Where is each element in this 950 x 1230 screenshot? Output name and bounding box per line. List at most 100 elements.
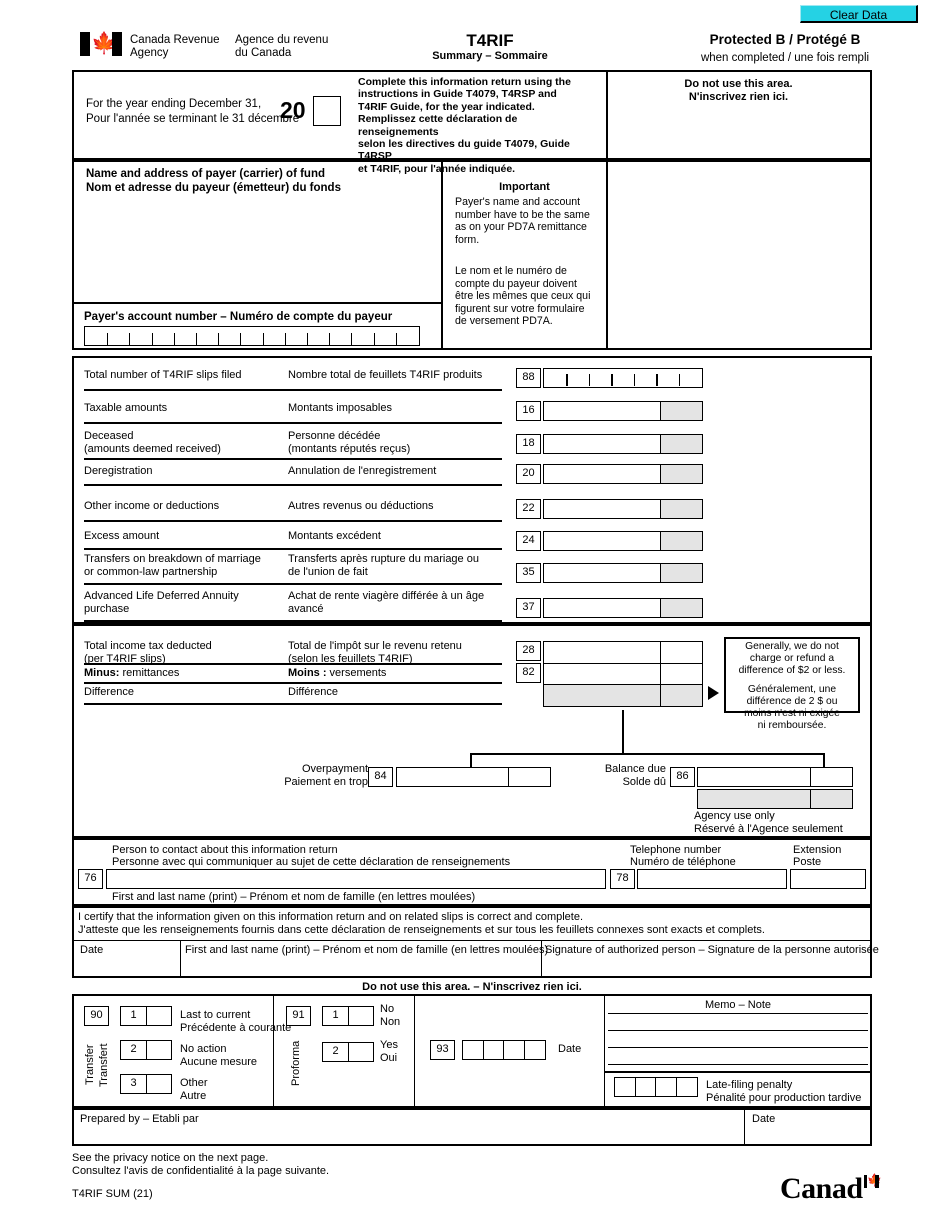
agency-use-label-fr: Réservé à l'Agence seulement (694, 823, 843, 835)
amount-row-18-fr-l2: (montants réputés reçus) (288, 442, 411, 455)
certify-text-fr: J'atteste que les renseignements fournis… (78, 924, 765, 936)
amount-row-16-label-fr: Montants imposables (288, 402, 513, 415)
proforma-label: Proforma (290, 1040, 302, 1086)
late-filing-penalty-cells[interactable] (614, 1077, 698, 1097)
clear-data-button[interactable]: Clear Data (800, 5, 918, 23)
form-code: T4RIF SUM (21) (72, 1188, 153, 1200)
tax-row-1-fr-bold: Moins : (288, 667, 327, 679)
admin-date-cells[interactable] (462, 1040, 546, 1060)
penalty-label-en: Late-filing penalty (706, 1079, 793, 1091)
amount-input-35[interactable] (543, 563, 703, 583)
transfer-option-2-fr: Aucune mesure (180, 1055, 258, 1068)
penalty-cell[interactable] (655, 1077, 677, 1097)
important-fr-l5: de versement PD7A. (455, 315, 553, 327)
payer-name-label-en: Name and address of payer (carrier) of f… (86, 168, 326, 180)
account-number-input[interactable] (84, 326, 420, 346)
admin-divider-2 (414, 994, 415, 1108)
balance-due-label-fr: Solde dû (622, 776, 666, 788)
amount-input-24[interactable] (543, 531, 703, 551)
memo-line-rule (608, 1047, 868, 1048)
telephone-input[interactable] (637, 869, 787, 889)
certify-name-input[interactable] (185, 958, 535, 976)
do-not-use-top-en: Do not use this area. (684, 78, 793, 90)
amount-row-35-en-l1: Transfers on breakdown of marriage (84, 553, 261, 565)
box-number-84: 84 (368, 767, 393, 787)
note-fr-l1: Généralement, une (747, 683, 837, 695)
amount-input-22[interactable] (543, 499, 703, 519)
amount-row-37-label-en: Advanced Life Deferred Annuity purchase (84, 590, 284, 615)
admin-date-cell[interactable] (462, 1040, 484, 1060)
transfer-option-2-label: No action Aucune mesure (180, 1043, 257, 1068)
transfer-option-1-checkbox[interactable]: 1 (120, 1006, 172, 1026)
memo-line-rule (608, 1064, 868, 1065)
admin-date-cell[interactable] (503, 1040, 525, 1060)
agency-name-en: Canada Revenue Agency (130, 34, 220, 60)
year-input[interactable] (313, 96, 341, 126)
box-number-78: 78 (610, 869, 635, 889)
admin-date-cell[interactable] (523, 1040, 546, 1060)
agency-name-fr-line2: du Canada (235, 47, 292, 59)
amount-row-88-label-en: Total number of T4RIF slips filed (84, 369, 284, 382)
divider-payer-1 (441, 160, 443, 350)
important-fr-l2: compte du payeur doivent (455, 277, 577, 290)
privacy-notice-fr: Consultez l'avis de confidentialité à la… (72, 1165, 330, 1177)
memo-line-input[interactable] (610, 1016, 866, 1029)
transfer-vertical-label: Transfer (84, 1030, 98, 1100)
amount-input-37[interactable] (543, 598, 703, 618)
certify-date-input[interactable] (80, 958, 176, 976)
amount-input-20[interactable] (543, 464, 703, 484)
tax-field-28[interactable] (543, 641, 703, 664)
overpayment-input[interactable] (396, 767, 551, 787)
memo-line-input[interactable] (610, 1050, 866, 1063)
penalty-cell[interactable] (675, 1077, 698, 1097)
amount-row-37-en-l2: purchase (84, 602, 130, 615)
important-fr-l1: Le nom et le numéro de (455, 265, 567, 277)
transfer-label-fr: Transfert (98, 1043, 110, 1087)
tax-rule-1 (84, 682, 502, 684)
transfer-option-2-num: 2 (121, 1041, 147, 1059)
extension-label-fr: Poste (793, 856, 822, 868)
proforma-option-1-checkbox[interactable]: 1 (322, 1006, 374, 1026)
certify-name-label: First and last name (print) – Prénom et … (185, 944, 549, 956)
prepared-by-label: Prepared by – Etabli par (80, 1113, 199, 1125)
extension-input[interactable] (790, 869, 866, 889)
amount-input-88[interactable] (543, 368, 703, 388)
prepared-date-input[interactable] (750, 1127, 864, 1143)
proforma-option-2-checkbox[interactable]: 2 (322, 1042, 374, 1062)
certify-signature-label: Signature of authorized person – Signatu… (545, 944, 879, 956)
canada-wordmark: Canad🍁 (780, 1172, 882, 1206)
payer-name-address-input[interactable] (84, 200, 434, 295)
admin-date-cell[interactable] (482, 1040, 505, 1060)
transfer-option-2-checkbox[interactable]: 2 (120, 1040, 172, 1060)
memo-line-input[interactable] (610, 1033, 866, 1046)
note-fr-l3: moins n'est ni exigée (744, 708, 840, 720)
memo-line-input[interactable] (610, 999, 866, 1012)
canada-flag-icon: 🍁 (80, 32, 122, 56)
contact-name-input[interactable] (106, 869, 606, 889)
amount-input-18[interactable] (543, 434, 703, 454)
penalty-cell[interactable] (614, 1077, 636, 1097)
proforma-vertical-label: Proforma (290, 1030, 304, 1096)
note-fr-l4: ni remboursée. (757, 720, 827, 732)
box-number-86: 86 (670, 767, 695, 787)
important-en-l1: Payer's name and account (455, 196, 581, 208)
amount-input-16[interactable] (543, 401, 703, 421)
prepared-by-input[interactable] (80, 1127, 730, 1143)
memo-line-rule (608, 1013, 868, 1014)
transfer-option-3-checkbox[interactable]: 3 (120, 1074, 172, 1094)
tax-field-82[interactable] (543, 662, 703, 686)
amount-row-37-fr-l1: Achat de rente viagère différée à un âge (288, 590, 485, 602)
balance-due-label-en: Balance due (604, 763, 666, 775)
transfer-option-1-label: Last to current Précédente à courante (180, 1009, 291, 1034)
amount-row-88-rule (84, 389, 502, 391)
certify-signature-input[interactable] (546, 958, 866, 976)
instructions-en-l3: T4RIF Guide, for the year indicated. (358, 100, 535, 113)
count-cell-divider (678, 374, 681, 386)
amount-row-22-en-l1: Other income or deductions (84, 500, 220, 512)
balance-due-input[interactable] (697, 767, 853, 787)
contact-name-hint: First and last name (print) – Prénom et … (112, 891, 476, 903)
penalty-cell[interactable] (634, 1077, 657, 1097)
amount-row-88-label-fr: Nombre total de feuillets T4RIF produits (288, 369, 513, 382)
certify-date-label: Date (80, 944, 104, 956)
form-title: T4RIF (466, 31, 514, 50)
